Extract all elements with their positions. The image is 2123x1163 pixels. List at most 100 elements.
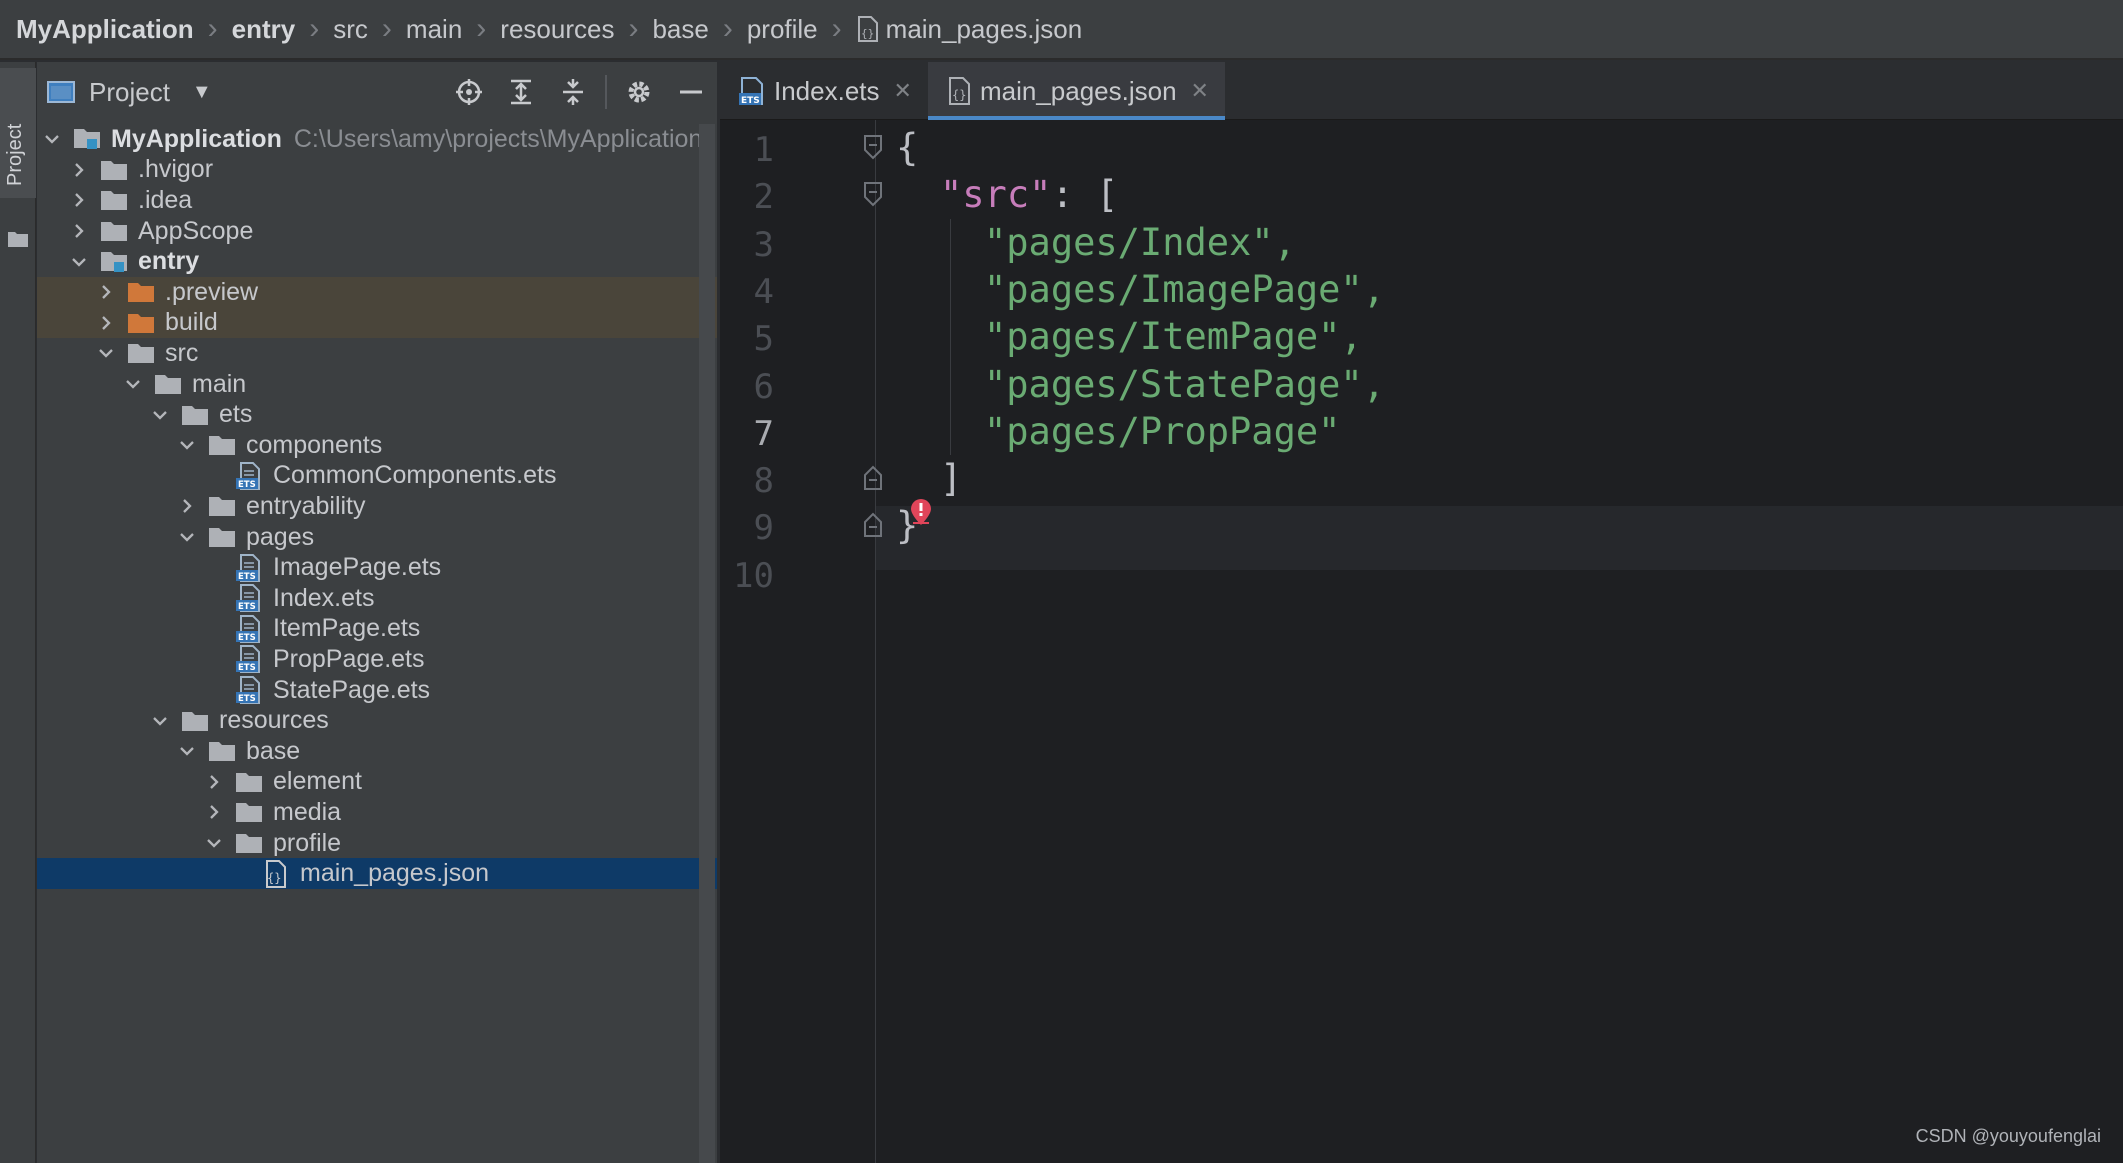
chevron-down-icon[interactable] — [176, 434, 198, 456]
tree-item[interactable]: .hvigor — [37, 155, 717, 186]
tree-item[interactable]: entry — [37, 246, 717, 277]
tree-item[interactable]: ETS ImagePage.ets — [37, 552, 717, 583]
tree-item-label: src — [165, 338, 199, 367]
gear-icon[interactable] — [613, 62, 665, 122]
tree-item[interactable]: entryability — [37, 491, 717, 522]
chevron-right-icon[interactable] — [176, 495, 198, 517]
chevron-down-icon[interactable] — [95, 342, 117, 364]
breadcrumb-item-myapplication[interactable]: MyApplication — [16, 14, 194, 45]
breadcrumb-item-src[interactable]: src — [333, 14, 368, 45]
code-line: "pages/ImagePage", — [984, 268, 1385, 311]
excluded-folder-icon — [127, 310, 157, 336]
breadcrumb-item-profile[interactable]: profile — [747, 14, 818, 45]
tree-item[interactable]: AppScope — [37, 216, 717, 247]
breadcrumb-item-resources[interactable]: resources — [500, 14, 614, 45]
json-punctuation: : [ — [1051, 173, 1119, 217]
line-number: 1 — [753, 130, 774, 170]
breadcrumb-item-entry[interactable]: entry — [232, 14, 296, 45]
minimize-icon[interactable] — [665, 62, 717, 122]
collapse-all-icon[interactable] — [547, 62, 599, 122]
tree-item[interactable]: MyApplication C:\Users\amy\projects\MyApp… — [37, 124, 717, 155]
tree-item[interactable]: components — [37, 430, 717, 461]
tree-item[interactable]: ETS PropPage.ets — [37, 644, 717, 675]
tree-item[interactable]: element — [37, 767, 717, 798]
editor-tab-bar: ETS Index.ets ✕ {} main_pages.json ✕ — [720, 62, 2123, 120]
tree-item[interactable]: ets — [37, 399, 717, 430]
line-number: 2 — [753, 177, 774, 218]
json-file-icon: {} — [262, 859, 292, 888]
chevron-right-icon[interactable] — [95, 312, 117, 334]
breadcrumb-separator-icon: › — [381, 12, 392, 45]
tree-item-label: .idea — [138, 185, 193, 214]
tree-item[interactable]: ETS CommonComponents.ets — [37, 461, 717, 492]
toolbar-divider — [605, 75, 607, 109]
folder-icon — [127, 340, 157, 366]
watermark: CSDN @youyoufenglai — [1915, 1126, 2101, 1146]
folder-icon — [154, 371, 184, 397]
project-tool-window-label: Project — [4, 123, 26, 186]
tree-item[interactable]: ETS Index.ets — [37, 583, 717, 614]
tree-item-label: AppScope — [138, 216, 254, 245]
chevron-down-icon[interactable] — [41, 128, 63, 150]
project-view-selector[interactable]: Project — [89, 77, 170, 108]
folder-icon — [235, 769, 265, 795]
tree-item[interactable]: {} main_pages.json — [37, 858, 717, 889]
chevron-down-icon[interactable] — [149, 710, 171, 732]
project-panel-toolbar — [443, 62, 717, 122]
tree-item-label: main — [192, 369, 247, 398]
tree-item-label: element — [273, 767, 362, 796]
tree-item-label: base — [246, 736, 301, 765]
tree-scrollbar[interactable] — [699, 124, 715, 1163]
chevron-down-icon[interactable] — [122, 373, 144, 395]
line-number: 5 — [753, 319, 774, 360]
code-line: "src": [ — [940, 173, 1118, 216]
project-tool-window-button[interactable]: Project — [0, 68, 36, 198]
svg-text:ETS: ETS — [238, 694, 256, 704]
breadcrumb-item-main[interactable]: main — [406, 14, 462, 45]
tree-item[interactable]: media — [37, 797, 717, 828]
tree-item[interactable]: src — [37, 338, 717, 369]
line-number: 6 — [753, 366, 774, 407]
error-icon[interactable] — [910, 498, 932, 531]
project-panel: Project ▼ MyApplication C:\Users\amy\proj… — [37, 62, 717, 1163]
chevron-down-icon[interactable] — [68, 251, 90, 273]
tree-item[interactable]: profile — [37, 828, 717, 859]
close-icon[interactable]: ✕ — [1191, 78, 1209, 104]
breadcrumb-item-base[interactable]: base — [652, 14, 708, 45]
folder-icon[interactable] — [7, 230, 29, 253]
tab-main-pages-json[interactable]: {} main_pages.json ✕ — [927, 62, 1225, 120]
tree-item-label: ImagePage.ets — [273, 553, 442, 582]
chevron-down-icon[interactable] — [203, 832, 225, 854]
tree-item-label: pages — [246, 522, 315, 551]
chevron-down-icon[interactable] — [176, 526, 198, 548]
chevron-right-icon[interactable] — [68, 220, 90, 242]
json-punctuation: { — [896, 126, 919, 169]
tree-item[interactable]: pages — [37, 522, 717, 553]
tree-item[interactable]: build — [37, 307, 717, 339]
chevron-down-icon[interactable] — [149, 404, 171, 426]
chevron-right-icon[interactable] — [95, 281, 117, 303]
locate-icon[interactable] — [443, 62, 495, 122]
tab-index-ets[interactable]: ETS Index.ets ✕ — [720, 62, 928, 120]
code-area[interactable]: {"src": ["pages/Index", "pages/ImagePage"… — [876, 120, 2123, 1163]
chevron-right-icon[interactable] — [203, 771, 225, 793]
tree-item[interactable]: ETS StatePage.ets — [37, 675, 717, 706]
chevron-down-icon[interactable]: ▼ — [192, 81, 212, 104]
folder-icon — [235, 799, 265, 825]
breadcrumb-item-file[interactable]: {} main_pages.json — [856, 14, 1082, 45]
json-punctuation: ] — [940, 457, 963, 501]
chevron-right-icon[interactable] — [203, 801, 225, 823]
tree-item[interactable]: .idea — [37, 185, 717, 216]
chevron-right-icon[interactable] — [68, 159, 90, 181]
tree-item[interactable]: base — [37, 736, 717, 767]
expand-all-icon[interactable] — [495, 62, 547, 122]
tree-item[interactable]: ETS ItemPage.ets — [37, 614, 717, 645]
chevron-right-icon[interactable] — [68, 189, 90, 211]
tree-item[interactable]: resources — [37, 705, 717, 736]
tree-item[interactable]: .preview — [37, 277, 717, 308]
ets-file-icon: ETS — [235, 614, 265, 643]
close-icon[interactable]: ✕ — [894, 78, 912, 104]
svg-text:ETS: ETS — [238, 480, 256, 490]
tree-item[interactable]: main — [37, 369, 717, 400]
chevron-down-icon[interactable] — [176, 740, 198, 762]
